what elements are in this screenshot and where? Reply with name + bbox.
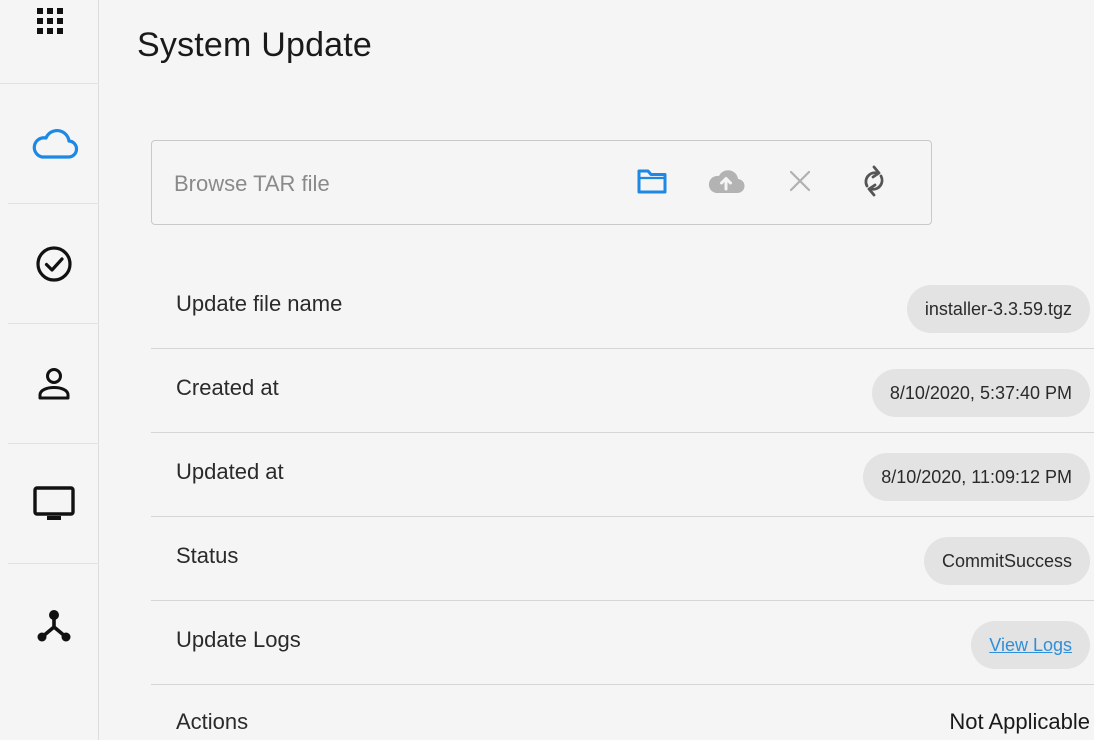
created-at-value: 8/10/2020, 5:37:40 PM — [871, 369, 1090, 417]
clear-button[interactable] — [782, 165, 818, 201]
cloud-icon — [29, 127, 79, 161]
person-icon — [36, 365, 72, 403]
folder-icon — [636, 167, 668, 200]
close-icon — [788, 169, 812, 198]
update-file-name-value: installer-3.3.59.tgz — [906, 285, 1090, 333]
row-update-logs: Update Logs View Logs — [151, 601, 1094, 685]
row-updated-at: Updated at 8/10/2020, 11:09:12 PM — [151, 433, 1094, 517]
sidebar-item-apps[interactable] — [0, 0, 99, 84]
updated-at-label: Updated at — [176, 459, 284, 484]
file-upload-bar: Browse TAR file — [151, 140, 932, 225]
upload-button[interactable] — [706, 165, 746, 201]
cloud-upload-icon — [706, 166, 746, 201]
sidebar — [0, 0, 99, 740]
check-circle-icon — [34, 244, 74, 284]
row-update-file-name: Update file name installer-3.3.59.tgz — [151, 265, 1094, 349]
status-badge: CommitSuccess — [923, 537, 1090, 585]
created-at-label: Created at — [176, 375, 279, 400]
actions-label: Actions — [176, 709, 249, 734]
status-label: Status — [176, 543, 239, 568]
page-title: System Update — [137, 26, 373, 64]
refresh-button[interactable] — [856, 165, 892, 201]
actions-value: Not Applicable — [949, 709, 1090, 734]
view-logs-chip: View Logs — [971, 621, 1090, 669]
grid-icon — [35, 6, 65, 36]
refresh-icon — [860, 164, 888, 203]
row-actions: Actions Not Applicable — [151, 685, 1094, 740]
update-logs-label: Update Logs — [176, 627, 301, 652]
sidebar-item-devices[interactable] — [8, 444, 99, 564]
sidebar-item-users[interactable] — [8, 324, 99, 444]
sidebar-item-cloud[interactable] — [8, 84, 99, 204]
sidebar-item-network[interactable] — [8, 564, 99, 684]
network-icon — [34, 604, 74, 644]
updated-at-value: 8/10/2020, 11:09:12 PM — [863, 453, 1090, 501]
browse-button[interactable] — [634, 165, 670, 201]
sidebar-item-tasks[interactable] — [8, 204, 99, 324]
update-file-name-label: Update file name — [176, 291, 343, 316]
view-logs-link[interactable]: View Logs — [989, 635, 1072, 656]
row-created-at: Created at 8/10/2020, 5:37:40 PM — [151, 349, 1094, 433]
browse-tar-file-field[interactable]: Browse TAR file — [174, 171, 330, 197]
monitor-icon — [32, 484, 76, 524]
row-status: Status CommitSuccess — [151, 517, 1094, 601]
